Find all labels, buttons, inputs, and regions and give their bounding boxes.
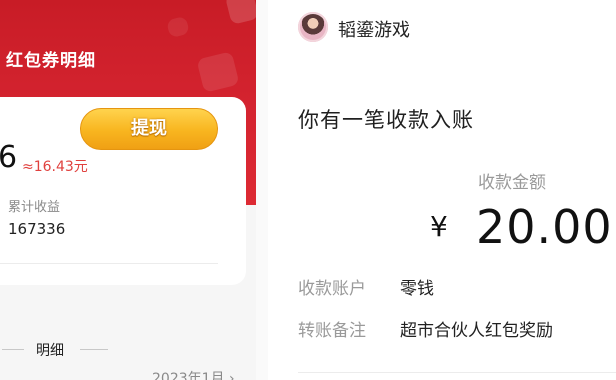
divider <box>80 349 108 350</box>
sender-name[interactable]: 韬鎏游戏 <box>338 16 410 42</box>
voucher-detail-panel: 红包券明细 提现 6 ≈16.43元 累计收益 167336 明细 2023年1… <box>0 0 256 380</box>
decorative-envelope-icon <box>166 15 190 39</box>
decorative-envelope-icon <box>196 51 240 93</box>
panel-gap <box>256 0 268 380</box>
cumulative-earnings-label: 累计收益 <box>8 200 61 215</box>
notification-headline: 你有一笔收款入账 <box>298 108 474 132</box>
divider <box>298 372 616 373</box>
screenshot: 红包券明细 提现 6 ≈16.43元 累计收益 167336 明细 2023年1… <box>0 0 616 380</box>
detail-section-header: 明细 <box>0 340 256 360</box>
withdraw-button[interactable]: 提现 <box>80 108 218 150</box>
balance-approx-value: ≈16.43元 <box>22 159 88 175</box>
detail-section-label: 明细 <box>36 343 64 359</box>
month-filter[interactable]: 2023年1月 › <box>152 368 235 380</box>
divider <box>0 263 218 264</box>
amount-value: 20.00 <box>476 200 613 254</box>
receiving-account-label: 收款账户 <box>298 279 366 299</box>
transfer-note-value: 超市合伙人红包奖励 <box>400 321 553 341</box>
amount-label: 收款金额 <box>478 173 546 193</box>
transfer-note-label: 转账备注 <box>298 321 366 341</box>
balance-value: 6 <box>0 140 18 175</box>
payment-notification-panel: 韬鎏游戏 你有一笔收款入账 收款金额 ¥ 20.00 收款账户 零钱 转账备注 … <box>268 0 616 380</box>
cumulative-earnings-value: 167336 <box>8 220 66 238</box>
currency-symbol: ¥ <box>430 210 448 243</box>
page-title: 红包券明细 <box>6 51 96 71</box>
divider <box>2 349 24 350</box>
avatar[interactable] <box>298 12 328 42</box>
receiving-account-value: 零钱 <box>400 279 434 299</box>
decorative-envelope-icon <box>224 0 256 25</box>
